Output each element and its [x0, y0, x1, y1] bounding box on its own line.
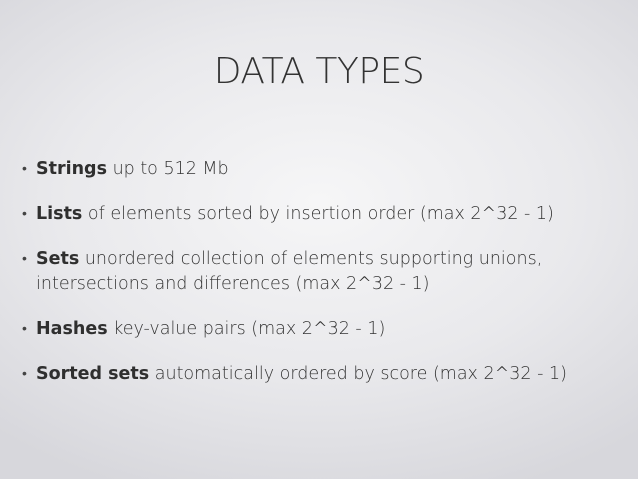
bullet-text: unordered collection of elements support…: [36, 249, 543, 294]
bullet-text: up to 512 Mb: [107, 159, 229, 179]
slide: DATA TYPES • Strings up to 512 Mb • List…: [0, 0, 638, 479]
bullet-term: Strings: [36, 159, 107, 179]
bullet-term: Hashes: [36, 319, 108, 339]
bullet-text: key-value pairs (max 2^32 - 1): [107, 319, 386, 339]
bullet-text: automatically ordered by score (max 2^32…: [149, 364, 567, 384]
bullet-item-sets: • Sets unordered collection of elements …: [22, 247, 622, 297]
bullet-item-sorted-sets: • Sorted sets automatically ordered by s…: [22, 362, 622, 387]
bullet-list: • Strings up to 512 Mb • Lists of elemen…: [22, 157, 622, 387]
bullet-item-strings: • Strings up to 512 Mb: [22, 157, 622, 182]
bullet-icon: •: [22, 251, 27, 267]
bullet-text: of elements sorted by insertion order (m…: [82, 204, 554, 224]
bullet-term: Lists: [36, 204, 83, 224]
bullet-icon: •: [22, 206, 27, 222]
bullet-item-hashes: • Hashes key-value pairs (max 2^32 - 1): [22, 317, 622, 342]
bullet-icon: •: [22, 366, 27, 382]
bullet-icon: •: [22, 161, 27, 177]
bullet-term: Sets: [36, 249, 80, 269]
bullet-icon: •: [22, 321, 27, 337]
slide-title: DATA TYPES: [213, 51, 425, 92]
bullet-item-lists: • Lists of elements sorted by insertion …: [22, 202, 622, 227]
bullet-term: Sorted sets: [36, 364, 150, 384]
